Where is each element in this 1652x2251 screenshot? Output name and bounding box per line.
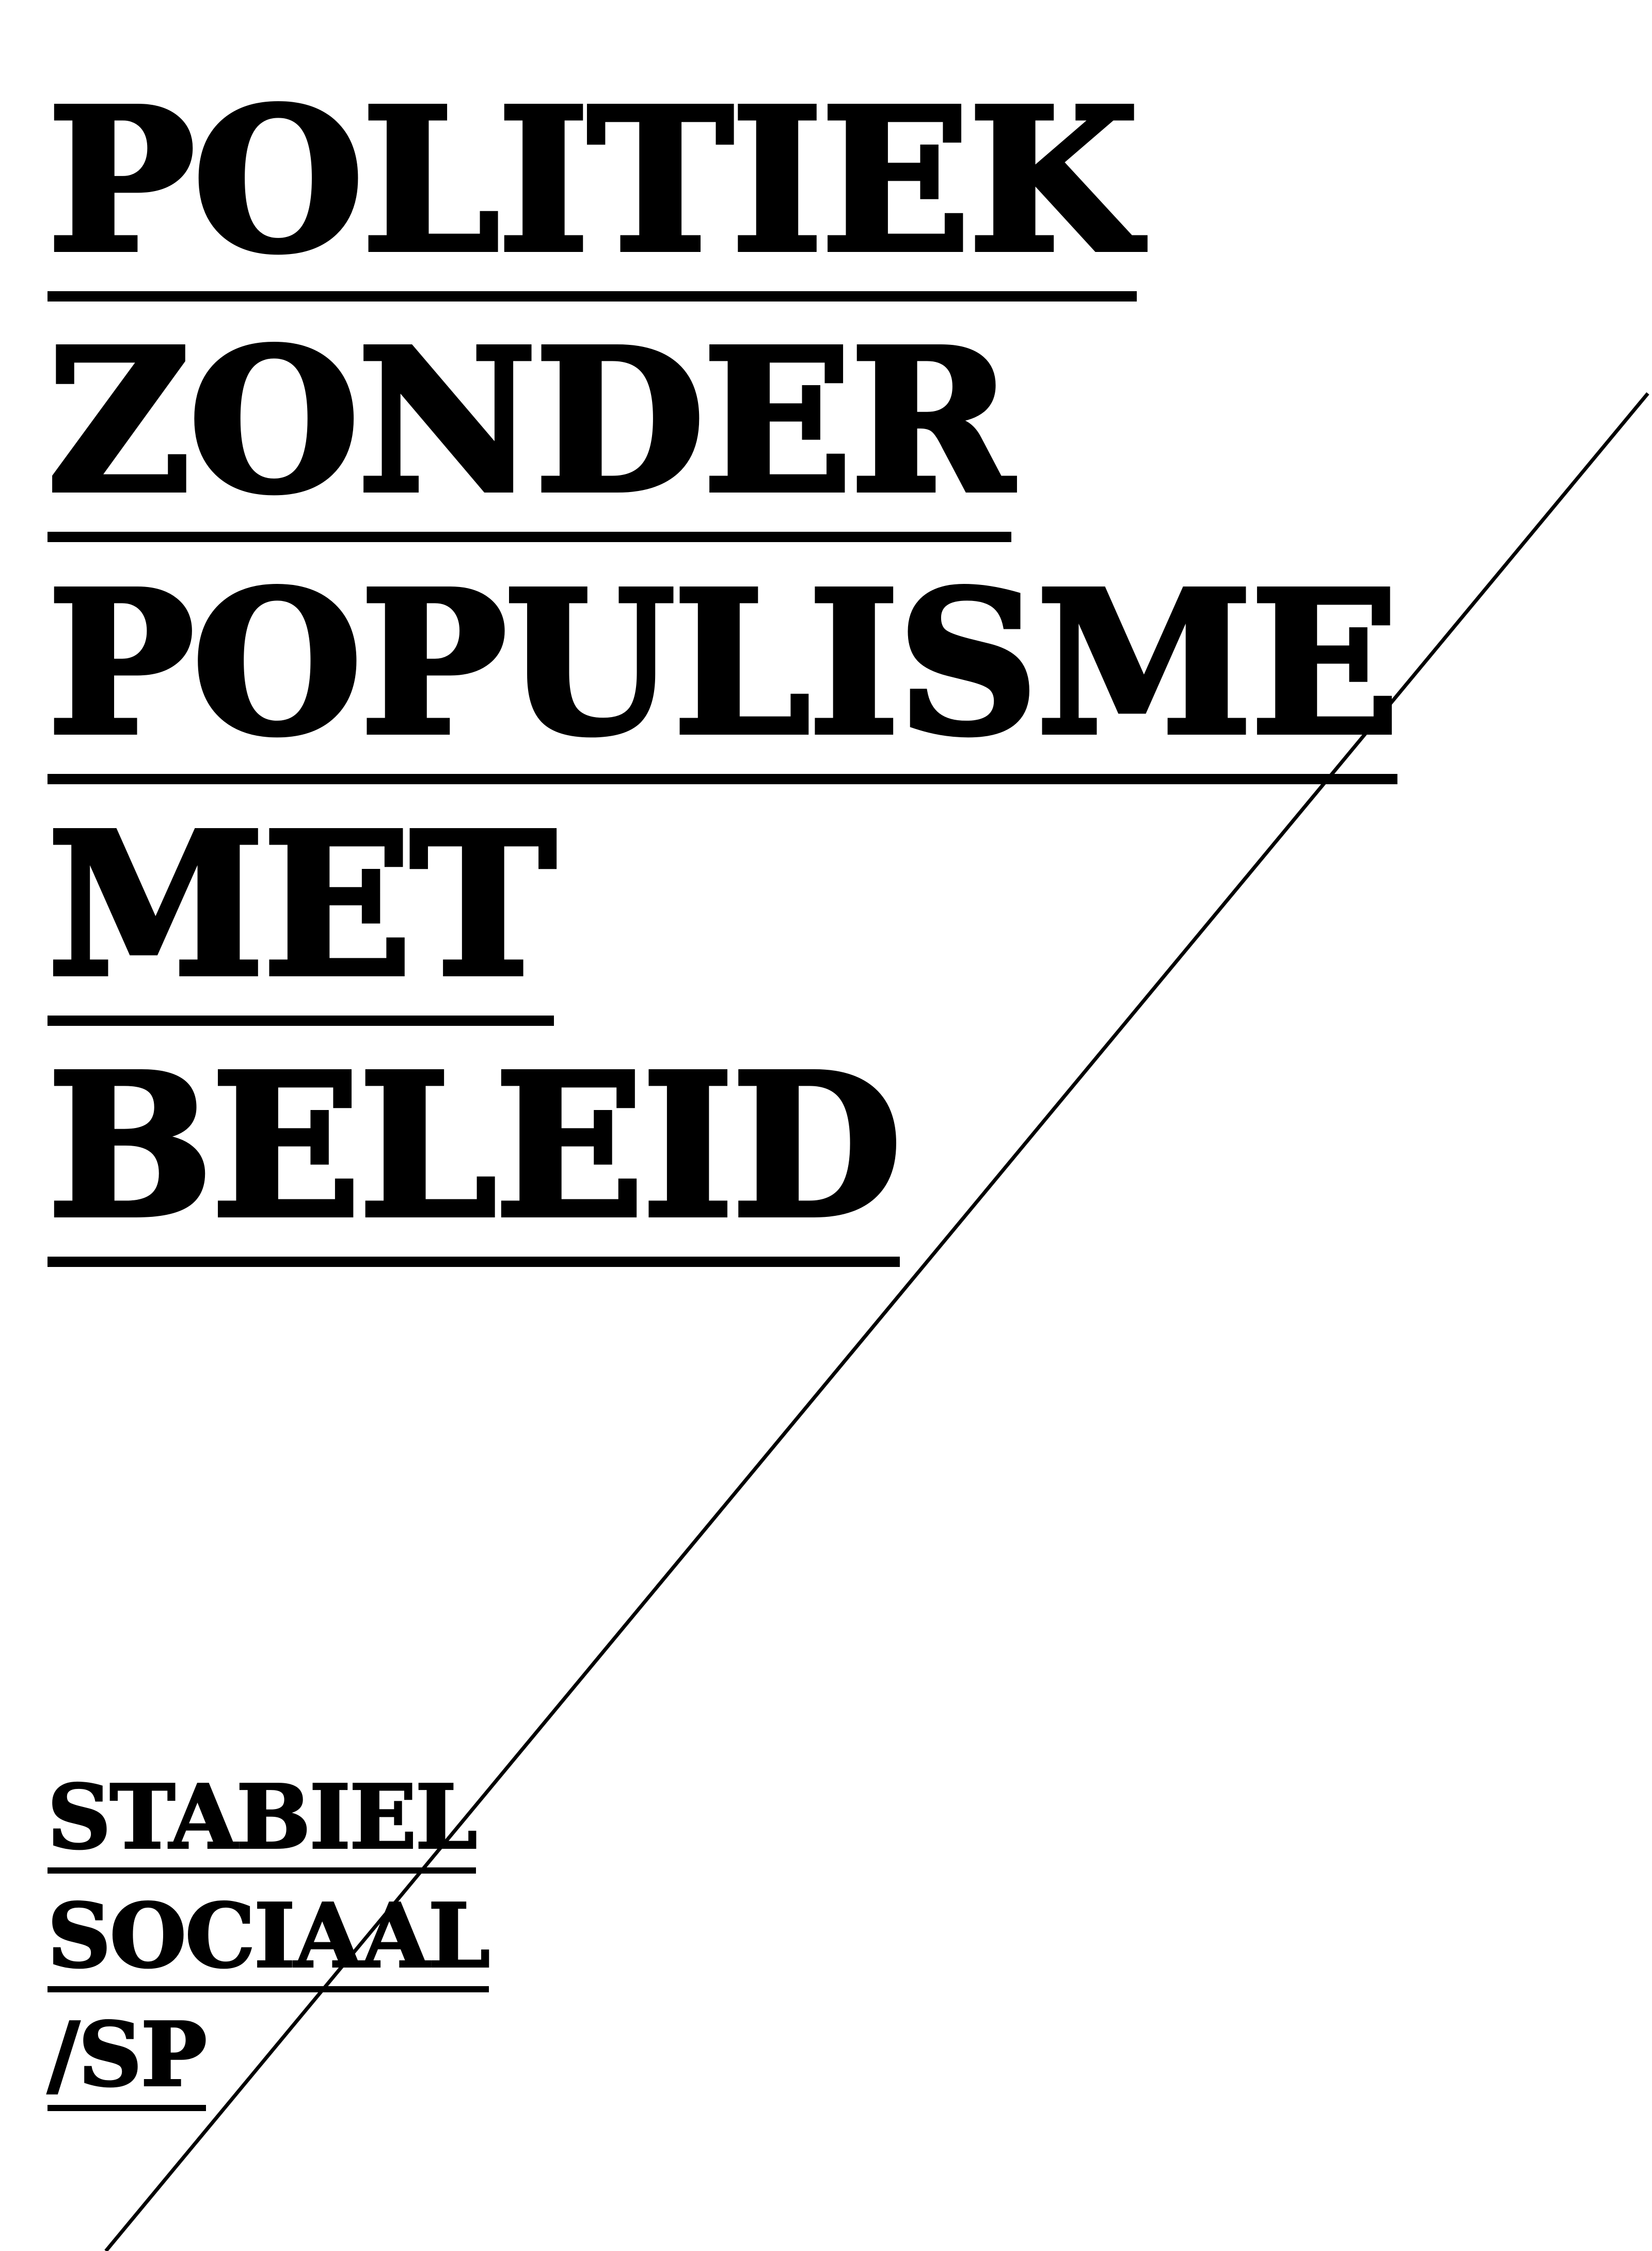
tagline-line-1: STABIEL	[46, 1772, 478, 1874]
headline-text-zonder: ZONDER	[45, 321, 1016, 542]
tagline-line-2: SOCIAAL	[46, 1891, 491, 1992]
headline-line-2: ZONDER	[45, 321, 1016, 542]
tagline-text-stabiel: STABIEL	[46, 1772, 478, 1874]
poster: POLITIEK ZONDER POPULISME MET BELEID STA…	[0, 0, 1652, 2251]
headline-line-5: BELEID	[45, 1045, 904, 1267]
headline-text-met: MET	[45, 804, 559, 1026]
headline-line-3: POPULISME	[45, 563, 1404, 784]
headline-text-politiek: POLITIEK	[45, 80, 1141, 302]
headline-text-populisme: POPULISME	[45, 563, 1402, 784]
headline-line-1: POLITIEK	[45, 80, 1141, 302]
headline-text-beleid: BELEID	[45, 1045, 904, 1267]
tagline-text-sp: /SP	[46, 2010, 208, 2111]
tagline-text-sociaal: SOCIAAL	[46, 1891, 491, 1992]
headline-line-4: MET	[45, 804, 559, 1026]
tagline-line-3: /SP	[46, 2010, 208, 2111]
